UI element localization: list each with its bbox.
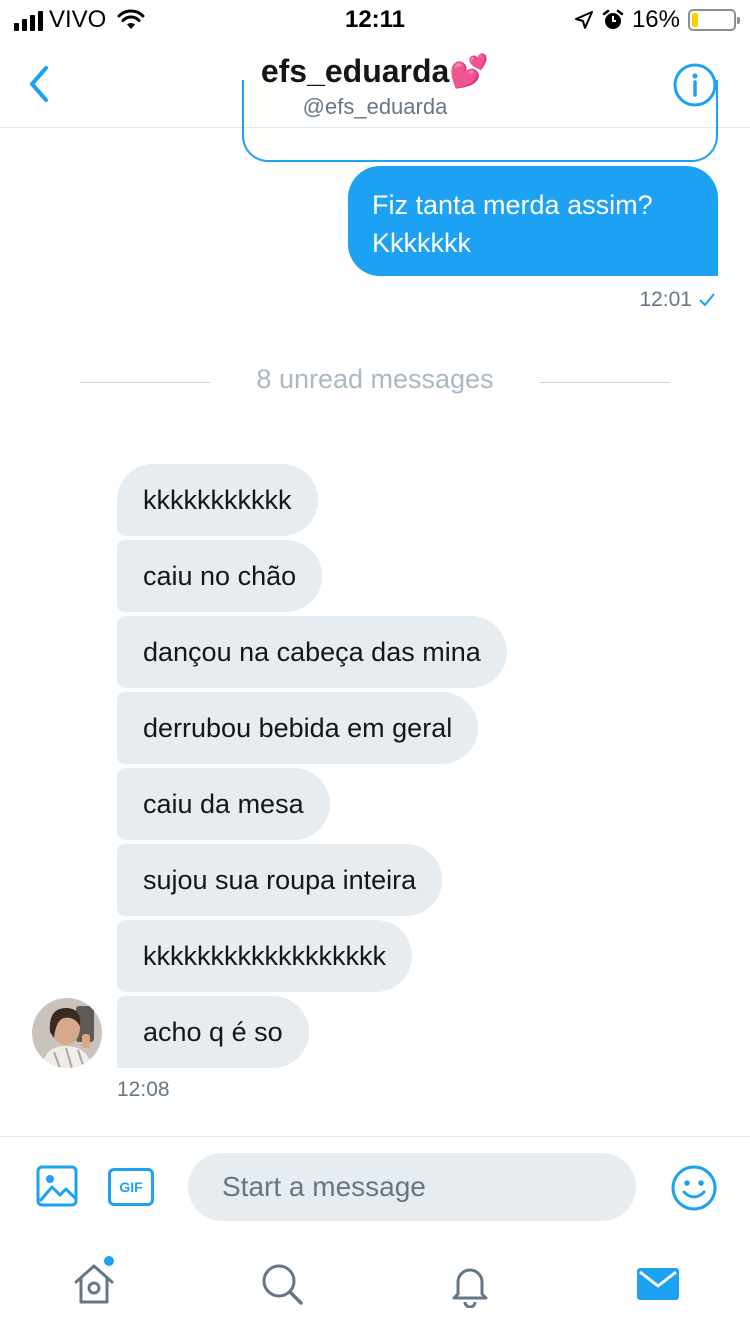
notifications-icon[interactable] [446, 1260, 494, 1308]
battery-icon [688, 9, 740, 31]
new-content-indicator [104, 1256, 114, 1266]
battery-fill [692, 13, 699, 27]
battery-percent: 16% [631, 6, 680, 33]
sent-message-text: Fiz tanta merda assim? Kkkkkkk [372, 190, 653, 258]
received-message-bubble[interactable]: kkkkkkkkkkkkkkkkkk [117, 920, 412, 992]
gif-label: GIF [119, 1179, 143, 1195]
checkmark-icon [699, 293, 715, 307]
sent-message-bubble[interactable]: Fiz tanta merda assim? Kkkkkkk [348, 166, 718, 276]
tab-bar [0, 1238, 750, 1334]
received-message-bubble[interactable]: derrubou bebida em geral [117, 692, 479, 764]
received-message-bubble[interactable]: kkkkkkkkkkk [117, 464, 318, 536]
divider-line [540, 382, 670, 383]
image-icon[interactable] [36, 1165, 78, 1207]
gif-icon[interactable]: GIF [108, 1168, 154, 1206]
received-message-bubble[interactable]: caiu no chão [117, 540, 323, 612]
status-right: 16% [574, 6, 740, 34]
location-icon [574, 11, 593, 29]
search-icon[interactable] [258, 1260, 306, 1308]
home-icon[interactable] [70, 1260, 118, 1308]
avatar[interactable] [32, 998, 102, 1068]
received-message-time: 12:08 [117, 1078, 170, 1101]
received-message-bubble[interactable]: caiu da mesa [117, 768, 330, 840]
message-composer: GIF [0, 1136, 750, 1238]
received-message-bubble[interactable]: dançou na cabeça das mina [117, 616, 507, 688]
messages-icon[interactable] [634, 1260, 682, 1308]
status-bar: VIVO 12:11 16% [0, 0, 750, 40]
emoji-icon[interactable] [670, 1164, 718, 1212]
previous-message-bubble[interactable] [242, 80, 718, 162]
message-input[interactable] [188, 1153, 636, 1221]
unread-divider: 8 unread messages [80, 362, 670, 402]
received-message-bubble[interactable]: sujou sua roupa inteira [117, 844, 443, 916]
sent-message-time: 12:01 [639, 288, 692, 311]
alarm-icon [602, 9, 624, 29]
sent-message-meta: 12:01 [639, 288, 716, 312]
unread-divider-label: 8 unread messages [256, 364, 494, 394]
received-message-bubble[interactable]: acho q é so [117, 996, 309, 1068]
